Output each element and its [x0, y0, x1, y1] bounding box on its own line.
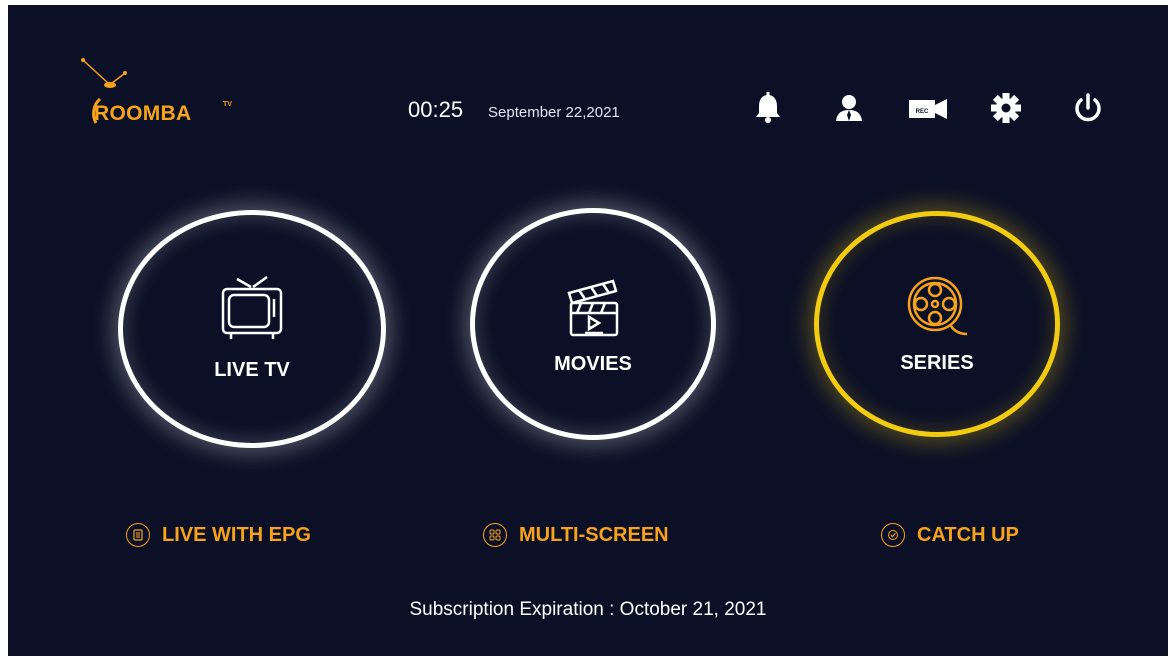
tile-label-series: SERIES	[900, 352, 974, 374]
check-icon	[881, 523, 905, 547]
shortcut-label: CATCH UP	[917, 523, 1019, 546]
film-reel-icon	[907, 276, 968, 336]
shortcut-multi-screen[interactable]: MULTI-SCREEN	[483, 523, 669, 547]
tv-icon	[221, 275, 283, 339]
live-tv-tile[interactable]: LIVE TV	[118, 210, 386, 448]
series-tile[interactable]: SERIES	[814, 211, 1060, 437]
user-icon[interactable]	[832, 91, 866, 125]
brand-name: ROOMBA	[94, 102, 192, 125]
guide-icon	[126, 523, 150, 547]
home-screen: ROOMBA TV 00:25 September 22,2021 REC LI…	[8, 5, 1168, 656]
record-icon[interactable]: REC	[907, 91, 949, 125]
power-icon[interactable]	[1071, 91, 1105, 125]
current-date: September 22,2021	[488, 104, 620, 121]
shortcut-live-with-epg[interactable]: LIVE WITH EPG	[126, 523, 311, 547]
current-time: 00:25	[408, 97, 464, 122]
bell-icon[interactable]	[751, 91, 785, 125]
gear-icon[interactable]	[989, 91, 1023, 125]
tile-label-movies: MOVIES	[554, 353, 632, 375]
subscription-expiration: Subscription Expiration : October 21, 20…	[409, 599, 767, 620]
shortcut-catch-up[interactable]: CATCH UP	[881, 523, 1019, 547]
brand-logo: ROOMBA TV	[78, 55, 248, 135]
shortcut-label: LIVE WITH EPG	[162, 523, 311, 546]
tile-label-live-tv: LIVE TV	[214, 359, 290, 381]
grid-icon	[483, 523, 507, 547]
clapperboard-icon	[567, 279, 619, 337]
rec-label: REC	[916, 109, 929, 115]
shortcut-label: MULTI-SCREEN	[519, 523, 669, 546]
movies-tile[interactable]: MOVIES	[470, 208, 716, 440]
brand-suffix: TV	[223, 101, 232, 108]
